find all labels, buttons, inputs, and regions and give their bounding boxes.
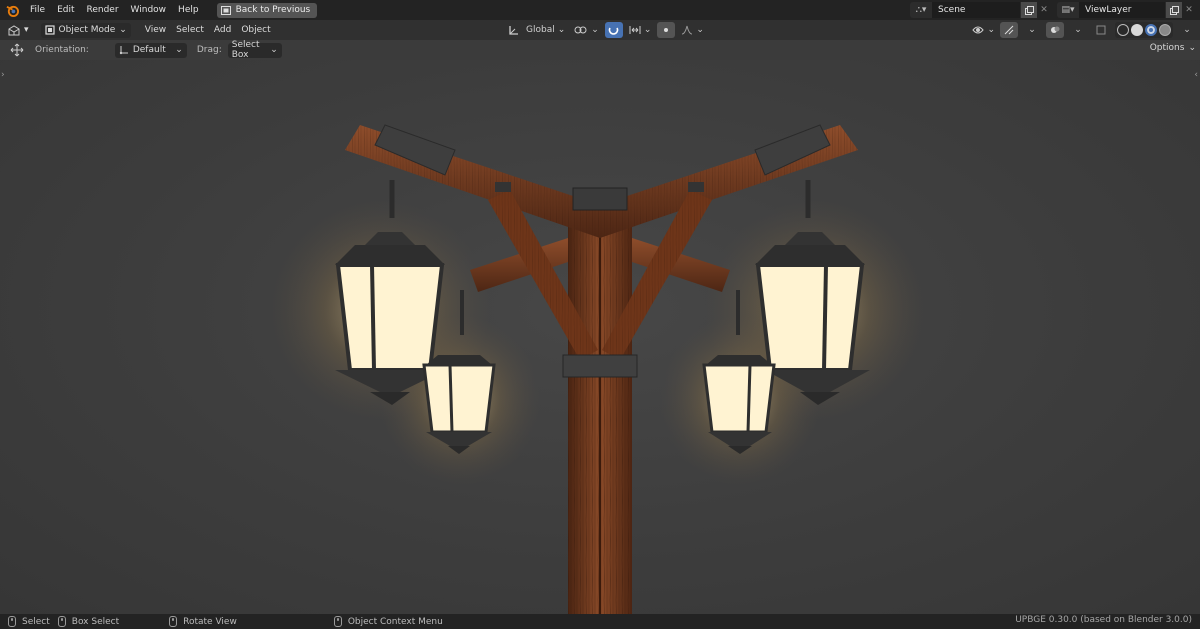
shading-mode-group bbox=[1115, 22, 1173, 38]
snap-target-icon[interactable]: ⌄ bbox=[629, 22, 651, 38]
xray-toggle-icon[interactable] bbox=[1092, 22, 1110, 38]
drag-label: Drag: bbox=[196, 45, 222, 55]
new-view-layer-icon[interactable] bbox=[1165, 2, 1182, 18]
editor-type-icon[interactable]: ▾ bbox=[0, 24, 34, 36]
mouse-drag-icon bbox=[57, 616, 66, 627]
blender-logo-icon[interactable] bbox=[0, 0, 24, 20]
version-label: UPBGE 0.30.0 (based on Blender 3.0.0) bbox=[1015, 615, 1192, 625]
gizmo-dropdown-icon[interactable]: ⌄ bbox=[1023, 22, 1041, 38]
chevron-down-icon: ⌄ bbox=[175, 45, 183, 55]
status-rotate-view-label: Rotate View bbox=[183, 616, 237, 627]
status-bar: Select Box Select Rotate View Object Con… bbox=[0, 614, 1200, 629]
status-select: Select bbox=[8, 616, 50, 627]
pivot-point-icon[interactable]: ⌄ bbox=[574, 22, 599, 38]
menu-view[interactable]: View bbox=[140, 25, 171, 35]
mouse-right-icon bbox=[333, 616, 342, 627]
remove-scene-icon[interactable]: ✕ bbox=[1037, 2, 1051, 18]
proportional-editing-icon[interactable] bbox=[657, 22, 676, 38]
mouse-left-icon bbox=[8, 616, 16, 627]
options-label: Options bbox=[1149, 43, 1185, 53]
fullscreen-icon bbox=[220, 5, 231, 15]
drag-dropdown[interactable]: Select Box ⌄ bbox=[227, 40, 282, 60]
overlays-dropdown-icon[interactable]: ⌄ bbox=[1069, 22, 1087, 38]
menu-select[interactable]: Select bbox=[171, 25, 209, 35]
3d-viewport[interactable]: › ‹ bbox=[0, 60, 1200, 614]
wireframe-shading-icon[interactable] bbox=[1117, 24, 1129, 36]
status-context-menu-label: Object Context Menu bbox=[347, 616, 443, 627]
view-layer-icon[interactable]: ▤▾ bbox=[1057, 2, 1079, 18]
orientation-dropdown[interactable]: Default ⌄ bbox=[114, 42, 187, 58]
chevron-down-icon: ⌄ bbox=[1188, 43, 1196, 53]
snap-toggle-icon[interactable] bbox=[604, 22, 623, 38]
transform-orientation-dropdown[interactable]: Global ⌄ bbox=[505, 22, 568, 38]
mode-label: Object Mode bbox=[58, 25, 116, 35]
chevron-down-icon: ⌄ bbox=[557, 25, 566, 35]
status-context-menu: Object Context Menu bbox=[333, 616, 443, 627]
back-to-previous-button[interactable]: Back to Previous bbox=[216, 2, 318, 18]
view-layer-name-field[interactable]: ViewLayer bbox=[1079, 2, 1165, 18]
drag-value: Select Box bbox=[231, 40, 260, 60]
menu-object[interactable]: Object bbox=[236, 25, 275, 35]
solid-shading-icon[interactable] bbox=[1131, 24, 1143, 36]
scene-name-field[interactable]: Scene bbox=[932, 2, 1020, 18]
orientation-label: Orientation: bbox=[35, 45, 89, 55]
street-lamp-render bbox=[270, 124, 925, 614]
transform-tool-icon[interactable] bbox=[0, 43, 29, 57]
shading-options-dropdown-icon[interactable]: ⌄ bbox=[1178, 22, 1196, 38]
status-select-label: Select bbox=[22, 616, 50, 627]
viewport-header: ▾ Object Mode ⌄ View Select Add Object G… bbox=[0, 20, 1200, 40]
scene-icon[interactable]: ⛬▾ bbox=[910, 2, 932, 18]
status-rotate-view: Rotate View bbox=[169, 616, 237, 627]
orientation-axes-icon bbox=[509, 25, 518, 35]
remove-view-layer-icon[interactable]: ✕ bbox=[1182, 2, 1196, 18]
orientation-value: Default bbox=[132, 45, 166, 55]
status-box-select: Box Select bbox=[57, 616, 120, 627]
chevron-down-icon: ⌄ bbox=[119, 25, 127, 35]
menu-add[interactable]: Add bbox=[209, 25, 236, 35]
falloff-curve-icon[interactable]: ⌄ bbox=[681, 22, 704, 38]
overlays-toggle-icon[interactable] bbox=[1046, 22, 1064, 38]
rendered-shading-icon[interactable] bbox=[1159, 24, 1171, 36]
mode-dropdown[interactable]: Object Mode ⌄ bbox=[36, 22, 136, 38]
menu-help[interactable]: Help bbox=[172, 0, 205, 20]
object-mode-icon bbox=[44, 25, 55, 35]
menu-window[interactable]: Window bbox=[125, 0, 173, 20]
tool-settings-bar: Orientation: Default ⌄ Drag: Select Box … bbox=[0, 40, 1200, 60]
gizmo-toggle-icon[interactable] bbox=[1000, 22, 1018, 38]
options-dropdown[interactable]: Options ⌄ bbox=[1150, 43, 1196, 53]
material-preview-shading-icon[interactable] bbox=[1145, 24, 1157, 36]
view-layer-selector[interactable]: ▤▾ ViewLayer ✕ bbox=[1057, 2, 1196, 18]
orientation-default-icon bbox=[119, 46, 128, 55]
new-scene-icon[interactable] bbox=[1020, 2, 1037, 18]
visibility-dropdown-icon[interactable]: ⌄ bbox=[972, 22, 995, 38]
menu-edit[interactable]: Edit bbox=[51, 0, 80, 20]
top-menu-bar: File Edit Render Window Help Back to Pre… bbox=[0, 0, 1200, 20]
chevron-down-icon: ⌄ bbox=[270, 45, 278, 55]
scene-selector[interactable]: ⛬▾ Scene ✕ bbox=[910, 2, 1051, 18]
orientation-global-label: Global bbox=[526, 25, 555, 35]
back-to-previous-label: Back to Previous bbox=[235, 5, 311, 15]
status-box-select-label: Box Select bbox=[71, 616, 120, 627]
mouse-middle-icon bbox=[169, 616, 178, 627]
menu-render[interactable]: Render bbox=[81, 0, 125, 20]
menu-file[interactable]: File bbox=[24, 0, 51, 20]
